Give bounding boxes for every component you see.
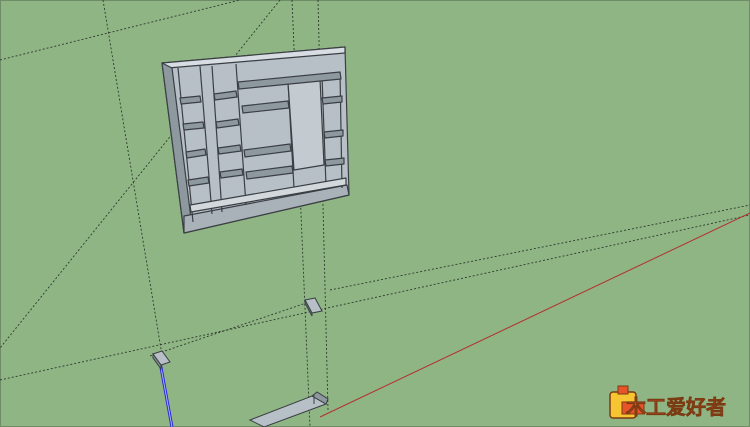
center-panel [287, 78, 325, 171]
modeling-canvas[interactable] [0, 0, 750, 427]
woodworker-logo-icon: 木工爱好者 [609, 385, 726, 419]
3d-viewport[interactable]: 木工爱好者 [0, 0, 750, 427]
watermark-text: 木工爱好者 [625, 395, 726, 419]
ground-plane [0, 0, 750, 427]
